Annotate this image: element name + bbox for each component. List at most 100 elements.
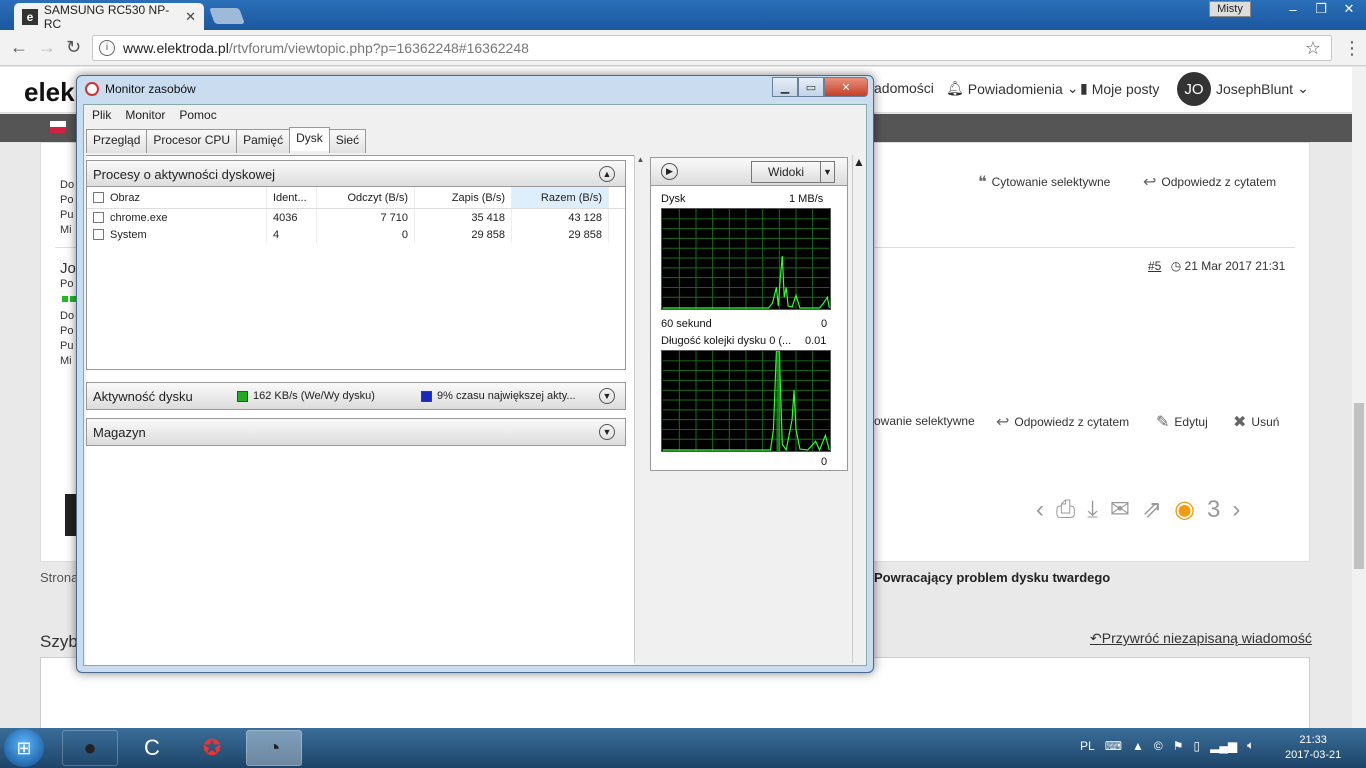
signal-icon[interactable]: ▂▄▆ <box>1210 739 1237 753</box>
topic-title[interactable]: Powracający problem dysku twardego <box>874 570 1110 585</box>
info-icon[interactable]: i <box>99 40 115 56</box>
tab-disk[interactable]: Dysk <box>289 127 330 151</box>
tray-expand-icon[interactable]: ▲ <box>1132 739 1144 753</box>
print-icon[interactable]: ⎙ <box>1056 496 1075 524</box>
table-row[interactable]: System 4 0 29 858 29 858 <box>87 226 625 243</box>
legend-active-time-label: 9% czasu największej akty... <box>437 390 576 402</box>
minimize-icon[interactable]: ▁ <box>772 77 798 97</box>
storage-title: Magazyn <box>93 424 146 440</box>
table-row[interactable]: chrome.exe 4036 7 710 35 418 43 128 <box>87 209 625 226</box>
download-icon[interactable]: ⤓ <box>1087 496 1098 524</box>
reply-quote-button[interactable]: ↩ Odpowiedz z cytatem <box>996 412 1129 432</box>
close-icon[interactable]: ✕ <box>1336 0 1362 18</box>
chevron-right-icon[interactable]: › <box>1232 496 1240 524</box>
reload-icon[interactable]: ↻ <box>66 37 81 58</box>
page-scrollbar[interactable] <box>1352 67 1366 728</box>
right-pane-scrollbar[interactable]: ▲ <box>852 155 866 663</box>
delete-button[interactable]: ✖ Usuń <box>1233 412 1279 432</box>
avatar[interactable]: JO <box>1177 72 1211 106</box>
disk-activity-panel-header[interactable]: Aktywność dysku 162 KB/s (We/Wy dysku) 9… <box>86 382 626 410</box>
back-icon[interactable]: ← <box>10 37 28 58</box>
reply-quote-button[interactable]: ↩ Odpowiedz z cytatem <box>1143 172 1276 192</box>
col-total[interactable]: Razem (B/s) <box>512 187 609 208</box>
user-info-line: Do <box>60 310 75 322</box>
selective-quote-button[interactable]: owanie selektywne <box>874 414 975 428</box>
edit-button[interactable]: ✎ Edytuj <box>1156 412 1208 432</box>
mail-icon[interactable]: ✉ <box>1110 495 1130 524</box>
forward-icon[interactable]: → <box>38 37 56 58</box>
tab-cpu[interactable]: Procesor CPU <box>146 129 238 153</box>
resource-monitor-taskbar-icon[interactable]: ◔ <box>246 730 302 766</box>
new-tab-button[interactable] <box>209 8 245 24</box>
ccleaner-taskbar-icon[interactable]: C <box>124 730 180 766</box>
share-icon[interactable]: ⇗ <box>1142 495 1162 524</box>
menu-plik[interactable]: Plik <box>92 108 111 122</box>
cell-read: 7 710 <box>317 209 415 226</box>
polish-flag-icon[interactable] <box>50 121 66 133</box>
storage-panel-header[interactable]: Magazyn ▼ <box>86 418 626 446</box>
chrome-taskbar-icon[interactable]: ● <box>62 730 118 766</box>
queue-chart <box>661 350 831 452</box>
url-path: /rtvforum/viewtopic.php?p=16362248#16362… <box>228 40 529 56</box>
menu-pomoc[interactable]: Pomoc <box>179 108 216 122</box>
security-app-taskbar-icon[interactable]: ✪ <box>184 730 240 766</box>
nav-notifications[interactable]: 🔔︎ Powiadomienia ⌄ <box>946 80 1078 97</box>
chevron-right-icon[interactable]: ▶ <box>661 163 678 180</box>
pencil-icon: ✎ <box>1156 414 1170 431</box>
chevron-left-icon[interactable]: ‹ <box>1036 496 1044 524</box>
bookmark-star-icon[interactable]: ☆ <box>1305 38 1321 59</box>
volume-icon[interactable]: 🔈︎ <box>1247 738 1254 753</box>
keyboard-icon[interactable]: ⌨ <box>1105 739 1122 753</box>
expand-icon[interactable]: ▼ <box>599 388 615 404</box>
select-all-checkbox[interactable] <box>93 192 104 203</box>
minimize-icon[interactable]: – <box>1280 0 1306 18</box>
processes-panel-header[interactable]: Procesy o aktywności dyskowej ▲ <box>86 160 626 188</box>
maximize-icon[interactable]: ❐ <box>1308 0 1334 18</box>
eye-icon[interactable]: ◉ <box>1174 495 1195 524</box>
nav-messages[interactable]: adomości <box>874 80 934 96</box>
selective-quote-button[interactable]: ❝ Cytowanie selektywne <box>978 172 1110 192</box>
restore-draft-link[interactable]: ↶Przywróć niezapisaną wiadomość <box>1090 630 1312 647</box>
views-button[interactable]: Widoki ▼ <box>751 161 835 183</box>
start-button[interactable]: ⊞ <box>4 729 44 767</box>
dropdown-arrow-icon[interactable]: ▼ <box>820 162 834 182</box>
menu-monitor[interactable]: Monitor <box>125 108 165 122</box>
site-logo[interactable]: elek <box>24 77 75 108</box>
collapse-icon[interactable]: ▲ <box>599 166 615 182</box>
scroll-thumb[interactable] <box>1354 403 1364 569</box>
power-icon[interactable]: ▯ <box>1194 739 1201 753</box>
expand-icon[interactable]: ▼ <box>599 424 615 440</box>
language-indicator[interactable]: PL <box>1080 739 1095 753</box>
scroll-up-icon[interactable]: ▲ <box>635 155 646 164</box>
scroll-up-icon[interactable]: ▲ <box>853 155 866 169</box>
col-image[interactable]: Obraz <box>87 187 267 208</box>
user-info-line: Pu <box>60 340 74 352</box>
tab-memory[interactable]: Pamięć <box>236 129 291 153</box>
url-input[interactable]: i www.elektroda.pl /rtvforum/viewtopic.p… <box>92 35 1332 61</box>
nav-user[interactable]: JosephBlunt ⌄ <box>1216 80 1309 97</box>
restore-icon[interactable]: ▭ <box>798 77 824 97</box>
ccleaner-tray-icon[interactable]: © <box>1154 739 1163 753</box>
flag-tray-icon[interactable]: ⚑ <box>1173 739 1184 753</box>
nav-my-posts[interactable]: ▮ Moje posty <box>1080 80 1159 97</box>
col-pid[interactable]: Ident... <box>267 187 317 208</box>
post-number-link[interactable]: #5 <box>1148 259 1161 273</box>
nav-my-posts-label: Moje posty <box>1091 80 1160 97</box>
system-clock[interactable]: 21:33 2017-03-21 <box>1285 733 1341 763</box>
col-read[interactable]: Odczyt (B/s) <box>317 187 415 208</box>
clock-icon: ◷ <box>1170 259 1182 273</box>
tab-overview[interactable]: Przegląd <box>86 129 148 153</box>
row-checkbox[interactable] <box>93 229 104 240</box>
user-info-line: Po <box>60 278 74 290</box>
tab-close-icon[interactable]: ✕ <box>185 9 196 25</box>
menu-icon[interactable]: ⋮ <box>1343 38 1361 59</box>
close-icon[interactable]: ✕ <box>824 77 868 97</box>
tab-network[interactable]: Sieć <box>328 129 367 153</box>
row-checkbox[interactable] <box>93 212 104 223</box>
col-write[interactable]: Zapis (B/s) <box>415 187 512 208</box>
left-pane-scrollbar[interactable]: ▲ <box>634 155 646 663</box>
profile-button[interactable]: Misty <box>1209 1 1251 17</box>
reply-icon: ↩ <box>1143 174 1157 191</box>
clock-time: 21:33 <box>1299 734 1327 746</box>
browser-tab[interactable]: e SAMSUNG RC530 NP-RC ✕ <box>14 3 204 31</box>
